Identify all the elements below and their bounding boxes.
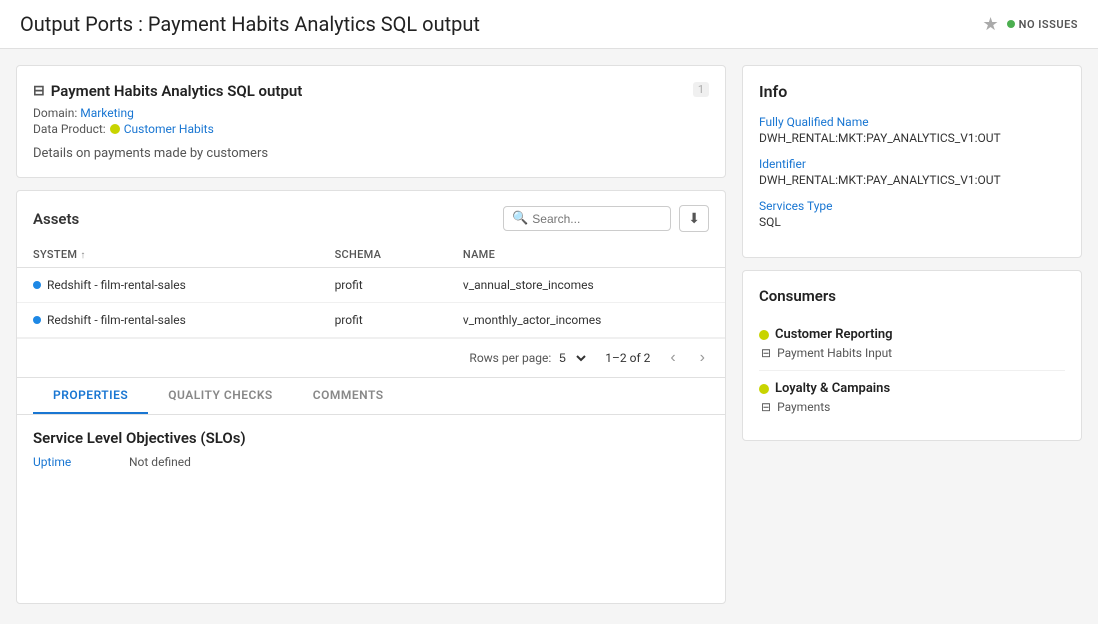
fqn-label[interactable]: Fully Qualified Name (759, 115, 1065, 129)
no-issues-label: NO ISSUES (1019, 18, 1078, 31)
identifier-label[interactable]: Identifier (759, 157, 1065, 171)
cell-system: Redshift - film-rental-sales (17, 268, 319, 303)
header-right: ★ NO ISSUES (983, 14, 1078, 35)
card-number: 1 (693, 82, 709, 97)
search-input[interactable] (532, 212, 662, 226)
tab-quality-checks[interactable]: QUALITY CHECKS (148, 378, 293, 414)
search-bar: 🔍 ⬇ (503, 205, 709, 232)
services-type-field: Services Type SQL (759, 199, 1065, 229)
col-schema: Schema (319, 242, 447, 268)
domain-link[interactable]: Marketing (80, 106, 134, 120)
consumer-name-text: Loyalty & Campains (775, 381, 890, 396)
cell-name: v_monthly_actor_incomes (447, 303, 725, 338)
consumer-dot (759, 384, 769, 394)
tab-properties[interactable]: PROPERTIES (33, 378, 148, 414)
slo-uptime-value: Not defined (129, 455, 191, 469)
search-input-wrap: 🔍 (503, 206, 671, 231)
system-value: Redshift - film-rental-sales (47, 278, 186, 292)
consumer-dot (759, 330, 769, 340)
slo-title: Service Level Objectives (SLOs) (33, 429, 709, 447)
tab-comments[interactable]: COMMENTS (293, 378, 404, 414)
identifier-field: Identifier DWH_RENTAL:MKT:PAY_ANALYTICS_… (759, 157, 1065, 187)
consumer-item[interactable]: Customer Reporting ⊟ Payment Habits Inpu… (759, 317, 1065, 371)
col-name: Name (447, 242, 725, 268)
domain-label: Domain: (33, 106, 77, 120)
consumer-port-text: Payment Habits Input (777, 346, 892, 360)
services-type-label[interactable]: Services Type (759, 199, 1065, 213)
consumer-item[interactable]: Loyalty & Campains ⊟ Payments (759, 371, 1065, 424)
output-title: ⊟ Payment Habits Analytics SQL output (33, 82, 302, 100)
cell-schema: profit (319, 268, 447, 303)
info-right-title: Info (759, 82, 1065, 101)
col-system[interactable]: System ↑ (17, 242, 319, 268)
port-icon: ⊟ (761, 400, 771, 414)
tab-bar: PROPERTIES QUALITY CHECKS COMMENTS (17, 378, 725, 415)
sort-arrow-icon: ↑ (80, 250, 85, 261)
consumers-title: Consumers (759, 287, 1065, 305)
rows-per-page-select[interactable]: 5 10 25 (555, 350, 589, 366)
search-icon: 🔍 (512, 211, 528, 226)
system-dot (33, 281, 41, 289)
output-info-card: ⊟ Payment Habits Analytics SQL output 1 … (16, 65, 726, 178)
no-issues-badge: NO ISSUES (1007, 18, 1078, 31)
table-row: Redshift - film-rental-sales profit v_mo… (17, 303, 725, 338)
prev-page-button[interactable]: ‹ (666, 349, 679, 367)
output-port-icon: ⊟ (33, 83, 45, 99)
table-footer: Rows per page: 5 10 25 1–2 of 2 ‹ › (17, 338, 725, 377)
pagination-info: 1–2 of 2 (605, 351, 650, 365)
fully-qualified-name-field: Fully Qualified Name DWH_RENTAL:MKT:PAY_… (759, 115, 1065, 145)
data-product-dot (110, 124, 120, 134)
consumer-name-text: Customer Reporting (775, 327, 893, 342)
consumer-port: ⊟ Payment Habits Input (761, 346, 1065, 360)
assets-header: Assets 🔍 ⬇ (17, 191, 725, 242)
consumer-name: Loyalty & Campains (759, 381, 1065, 396)
info-right-card: Info Fully Qualified Name DWH_RENTAL:MKT… (742, 65, 1082, 258)
consumers-card: Consumers Customer Reporting ⊟ Payment H… (742, 270, 1082, 441)
assets-card: Assets 🔍 ⬇ System ↑ Schema (16, 190, 726, 604)
table-header: System ↑ Schema Name (17, 242, 725, 268)
main-layout: ⊟ Payment Habits Analytics SQL output 1 … (0, 49, 1098, 620)
output-name: Payment Habits Analytics SQL output (51, 82, 303, 100)
port-icon: ⊟ (761, 346, 771, 360)
slo-row: Uptime Not defined (33, 455, 709, 469)
consumer-port-text: Payments (777, 400, 830, 414)
tab-content-properties: Service Level Objectives (SLOs) Uptime N… (17, 415, 725, 483)
domain-line: Domain: Marketing (33, 106, 709, 120)
bottom-tabs: PROPERTIES QUALITY CHECKS COMMENTS Servi… (17, 377, 725, 483)
rows-per-page: Rows per page: 5 10 25 (469, 350, 589, 366)
consumer-name: Customer Reporting (759, 327, 1065, 342)
page-header: Output Ports : Payment Habits Analytics … (0, 0, 1098, 49)
identifier-value: DWH_RENTAL:MKT:PAY_ANALYTICS_V1:OUT (759, 173, 1065, 187)
system-value: Redshift - film-rental-sales (47, 313, 186, 327)
consumer-port: ⊟ Payments (761, 400, 1065, 414)
card-header: ⊟ Payment Habits Analytics SQL output 1 (33, 82, 709, 100)
left-panel: ⊟ Payment Habits Analytics SQL output 1 … (16, 65, 726, 604)
fqn-value: DWH_RENTAL:MKT:PAY_ANALYTICS_V1:OUT (759, 131, 1065, 145)
system-dot (33, 316, 41, 324)
table-body: Redshift - film-rental-sales profit v_an… (17, 268, 725, 338)
assets-table: System ↑ Schema Name Redshift - film-ren… (17, 242, 725, 338)
slo-uptime-label: Uptime (33, 455, 113, 469)
next-page-button[interactable]: › (696, 349, 709, 367)
assets-title: Assets (33, 210, 79, 228)
data-product-line: Data Product: Customer Habits (33, 122, 709, 136)
output-description: Details on payments made by customers (33, 146, 709, 161)
cell-name: v_annual_store_incomes (447, 268, 725, 303)
cell-schema: profit (319, 303, 447, 338)
consumers-list: Customer Reporting ⊟ Payment Habits Inpu… (759, 317, 1065, 424)
data-product-link[interactable]: Customer Habits (124, 122, 214, 136)
rows-per-page-label: Rows per page: (469, 351, 551, 365)
data-product-label: Data Product: (33, 122, 106, 136)
right-panel: Info Fully Qualified Name DWH_RENTAL:MKT… (742, 65, 1082, 604)
table-row: Redshift - film-rental-sales profit v_an… (17, 268, 725, 303)
services-type-value: SQL (759, 215, 1065, 229)
favorite-icon[interactable]: ★ (983, 14, 999, 35)
page-title: Output Ports : Payment Habits Analytics … (20, 12, 480, 36)
download-button[interactable]: ⬇ (679, 205, 709, 232)
cell-system: Redshift - film-rental-sales (17, 303, 319, 338)
